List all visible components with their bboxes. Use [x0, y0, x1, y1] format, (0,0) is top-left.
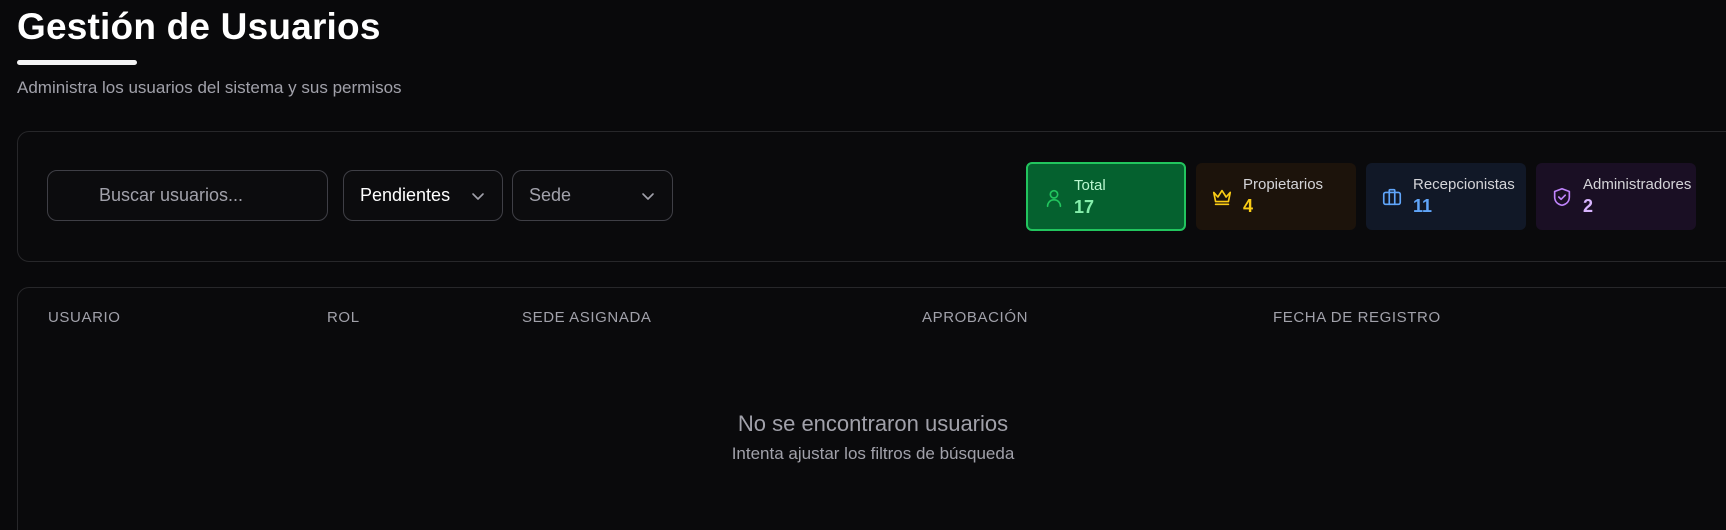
- user-management-page: Gestión de Usuarios Administra los usuar…: [0, 0, 1726, 530]
- empty-state-subtitle: Intenta ajustar los filtros de búsqueda: [731, 444, 1015, 463]
- status-filter-select[interactable]: Pendientes: [343, 170, 503, 221]
- column-header-rol[interactable]: ROL: [327, 309, 360, 326]
- page-subtitle: Administra los usuarios del sistema y su…: [17, 78, 402, 97]
- stat-count: 17: [1074, 197, 1095, 217]
- crown-icon: [1211, 186, 1233, 208]
- chevron-down-icon: [640, 188, 656, 204]
- users-table: [17, 287, 1726, 530]
- chevron-down-icon: [470, 188, 486, 204]
- stat-count: 2: [1583, 196, 1594, 216]
- stat-card-total[interactable]: Total 17: [1026, 162, 1186, 231]
- stat-label: Propietarios: [1243, 176, 1324, 193]
- stat-count: 11: [1413, 196, 1433, 216]
- stat-label: Administradores: [1583, 176, 1692, 193]
- stat-count: 4: [1243, 196, 1254, 216]
- column-header-usuario[interactable]: USUARIO: [48, 309, 121, 326]
- empty-state-title: No se encontraron usuarios: [737, 411, 1009, 436]
- status-filter-value: Pendientes: [360, 185, 451, 205]
- user-icon: [1043, 187, 1065, 209]
- stat-card-propietarios[interactable]: Propietarios 4: [1196, 163, 1356, 230]
- stat-label: Total: [1074, 177, 1106, 194]
- stat-card-recepcionistas[interactable]: Recepcionistas 11: [1366, 163, 1526, 230]
- title-underline: [17, 60, 137, 65]
- sede-filter-value: Sede: [529, 185, 572, 205]
- stat-card-administradores[interactable]: Administradores 2: [1536, 163, 1696, 230]
- search-input[interactable]: [48, 171, 327, 220]
- briefcase-icon: [1381, 186, 1403, 208]
- page-title: Gestión de Usuarios: [17, 6, 381, 47]
- column-header-aprobacion[interactable]: APROBACIÓN: [922, 309, 1028, 326]
- column-header-sede[interactable]: SEDE ASIGNADA: [522, 309, 652, 326]
- shield-check-icon: [1551, 186, 1573, 208]
- stat-label: Recepcionistas: [1413, 176, 1515, 193]
- search-box: [47, 170, 328, 221]
- sede-filter-select[interactable]: Sede: [512, 170, 673, 221]
- column-header-fecha-registro[interactable]: FECHA DE REGISTRO: [1273, 309, 1441, 326]
